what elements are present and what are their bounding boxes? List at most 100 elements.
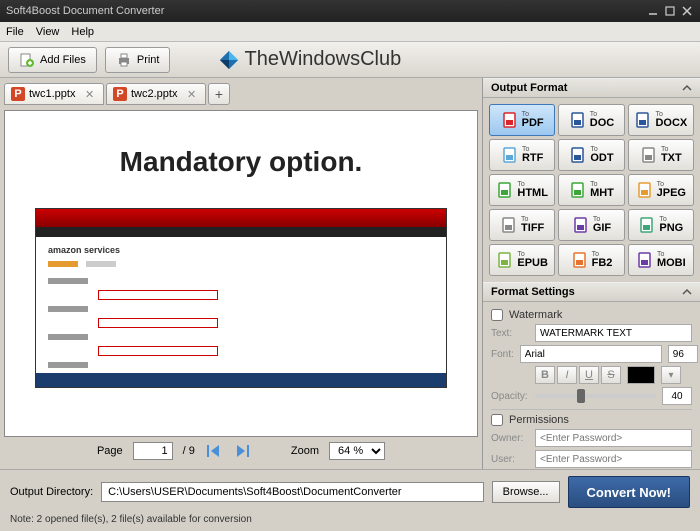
format-icon (636, 251, 654, 269)
format-epub[interactable]: ToEPUB (489, 244, 555, 276)
add-icon (19, 52, 35, 68)
brand-logo-icon (218, 49, 240, 71)
output-format-header[interactable]: Output Format (483, 78, 700, 98)
tab-label: twc1.pptx (29, 88, 75, 100)
format-icon (634, 111, 652, 129)
print-icon (116, 52, 132, 68)
menu-help[interactable]: Help (71, 26, 94, 38)
format-icon (572, 216, 590, 234)
browse-button[interactable]: Browse... (492, 481, 560, 503)
add-files-button[interactable]: Add Files (8, 47, 97, 73)
close-button[interactable] (680, 5, 694, 17)
format-icon (636, 181, 654, 199)
pager: Page / 9 Zoom 64 % (4, 437, 478, 465)
zoom-select[interactable]: 64 % (329, 442, 385, 460)
minimize-button[interactable] (646, 5, 660, 17)
format-tiff[interactable]: ToTIFF (489, 209, 555, 241)
font-size-input[interactable] (668, 345, 698, 363)
format-doc[interactable]: ToDOC (558, 104, 624, 136)
output-dir-input[interactable] (101, 482, 484, 502)
format-icon (571, 251, 589, 269)
slide-title: Mandatory option. (120, 146, 363, 178)
svg-text:P: P (116, 88, 123, 100)
page-label: Page (97, 445, 123, 457)
file-tabs: P twc1.pptx ✕ P twc2.pptx ✕ + (4, 82, 478, 106)
format-icon (500, 216, 518, 234)
menu-file[interactable]: File (6, 26, 24, 38)
print-button[interactable]: Print (105, 47, 171, 73)
page-total: / 9 (183, 445, 195, 457)
file-tab[interactable]: P twc1.pptx ✕ (4, 83, 104, 105)
color-picker[interactable] (627, 366, 655, 384)
toolbar: Add Files Print TheWindowsClub (0, 42, 700, 78)
format-docx[interactable]: ToDOCX (628, 104, 694, 136)
format-rtf[interactable]: ToRTF (489, 139, 555, 171)
pptx-icon: P (11, 87, 25, 101)
first-page-icon[interactable] (205, 442, 223, 460)
format-mobi[interactable]: ToMOBI (628, 244, 694, 276)
user-password-input[interactable] (535, 450, 692, 468)
format-icon (640, 146, 658, 164)
menu-view[interactable]: View (36, 26, 60, 38)
format-png[interactable]: ToPNG (628, 209, 694, 241)
underline-button[interactable]: U (579, 366, 599, 384)
format-html[interactable]: ToHTML (489, 174, 555, 206)
format-fb2[interactable]: ToFB2 (558, 244, 624, 276)
format-icon (501, 146, 519, 164)
close-icon[interactable]: ✕ (85, 88, 97, 100)
italic-button[interactable]: I (557, 366, 577, 384)
watermark-text-input[interactable] (535, 324, 692, 342)
owner-password-input[interactable] (535, 429, 692, 447)
add-files-label: Add Files (40, 54, 86, 66)
brand: TheWindowsClub (218, 48, 401, 71)
format-grid: ToPDFToDOCToDOCXToRTFToODTToTXTToHTMLToM… (483, 98, 700, 282)
format-icon (501, 111, 519, 129)
format-icon (569, 146, 587, 164)
tab-label: twc2.pptx (131, 88, 177, 100)
file-tab[interactable]: P twc2.pptx ✕ (106, 83, 206, 105)
format-pdf[interactable]: ToPDF (489, 104, 555, 136)
footer: Output Directory: Browse... Convert Now! (0, 469, 700, 514)
output-dir-label: Output Directory: (10, 486, 93, 498)
permissions-label: Permissions (509, 414, 569, 426)
format-icon (496, 251, 514, 269)
slide-content: amazon services (35, 208, 447, 388)
svg-text:P: P (14, 88, 21, 100)
format-icon (638, 216, 656, 234)
opacity-slider[interactable] (535, 394, 656, 398)
watermark-label: Watermark (509, 309, 562, 321)
format-jpeg[interactable]: ToJPEG (628, 174, 694, 206)
format-icon (569, 181, 587, 199)
font-select[interactable] (520, 345, 662, 363)
status-note: Note: 2 opened file(s), 2 file(s) availa… (0, 514, 700, 531)
close-icon[interactable]: ✕ (187, 88, 199, 100)
format-txt[interactable]: ToTXT (628, 139, 694, 171)
add-tab-button[interactable]: + (208, 83, 230, 105)
format-gif[interactable]: ToGIF (558, 209, 624, 241)
watermark-checkbox[interactable] (491, 309, 503, 321)
strike-button[interactable]: S (601, 366, 621, 384)
maximize-button[interactable] (663, 5, 677, 17)
titlebar: Soft4Boost Document Converter (0, 0, 700, 22)
print-label: Print (137, 54, 160, 66)
chevron-up-icon (682, 287, 692, 297)
zoom-label: Zoom (291, 445, 319, 457)
chevron-up-icon (682, 83, 692, 93)
format-icon (569, 111, 587, 129)
brand-text: TheWindowsClub (244, 48, 401, 71)
pptx-icon: P (113, 87, 127, 101)
format-icon (496, 181, 514, 199)
page-input[interactable] (133, 442, 173, 460)
app-title: Soft4Boost Document Converter (6, 5, 643, 17)
last-page-icon[interactable] (233, 442, 251, 460)
convert-button[interactable]: Convert Now! (568, 476, 691, 508)
color-dropdown[interactable]: ▾ (661, 366, 681, 384)
format-settings-header[interactable]: Format Settings (483, 282, 700, 302)
preview-pane: Mandatory option. amazon services (4, 110, 478, 437)
permissions-checkbox[interactable] (491, 414, 503, 426)
bold-button[interactable]: B (535, 366, 555, 384)
format-odt[interactable]: ToODT (558, 139, 624, 171)
menubar: File View Help (0, 22, 700, 42)
opacity-value[interactable] (662, 387, 692, 405)
format-mht[interactable]: ToMHT (558, 174, 624, 206)
